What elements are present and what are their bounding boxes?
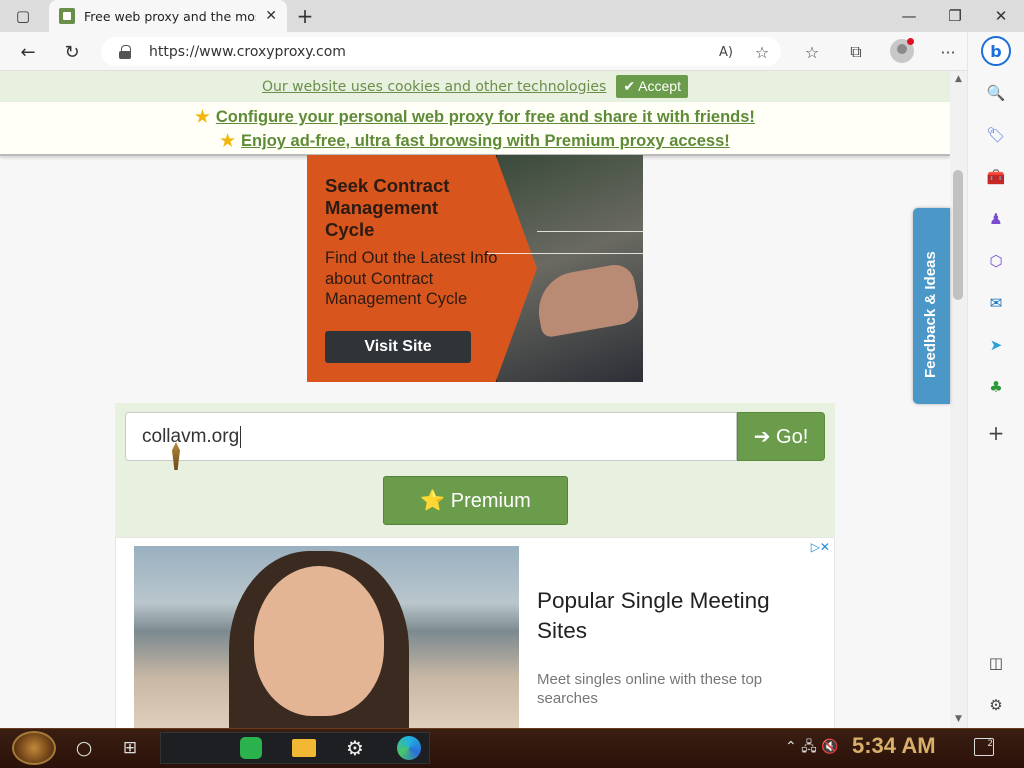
feedback-label[interactable]: Feedback & Ideas: [922, 208, 939, 378]
restore-icon[interactable]: ❐: [932, 0, 978, 32]
promo-banner: ★ Configure your personal web proxy for f…: [0, 102, 950, 156]
tab-actions-icon[interactable]: ▢: [0, 0, 46, 32]
screen: ▢ Free web proxy and the most ad ✕ + — ❐…: [0, 0, 1024, 768]
start-button[interactable]: [12, 731, 56, 765]
premium-access-link[interactable]: Enjoy ad-free, ultra fast browsing with …: [241, 132, 730, 150]
add-sidebar-app-icon[interactable]: +: [985, 421, 1007, 445]
send-icon[interactable]: ➤: [985, 334, 1007, 356]
taskbar-clock[interactable]: 5:34 AM: [852, 733, 936, 759]
promo-line-configure: ★ Configure your personal web proxy for f…: [0, 107, 950, 127]
close-window-icon[interactable]: ✕: [978, 0, 1024, 32]
edge-icon[interactable]: [397, 736, 421, 760]
minimize-icon[interactable]: —: [886, 0, 932, 32]
tab-bar: ▢ Free web proxy and the most ad ✕ + — ❐…: [0, 0, 1024, 32]
visit-site-button[interactable]: Visit Site: [325, 331, 471, 363]
site-favicon-icon: [59, 8, 75, 24]
refresh-icon[interactable]: ↻: [58, 40, 86, 64]
back-icon[interactable]: ←: [14, 40, 42, 64]
text-caret: [240, 425, 242, 448]
proxy-url-value[interactable]: collavm.org: [142, 426, 239, 448]
microsoft-365-icon[interactable]: ⬡: [985, 250, 1007, 272]
sidebar-toggle-icon[interactable]: ◫: [985, 652, 1007, 674]
tab-close-icon[interactable]: ✕: [265, 8, 277, 24]
scroll-down-icon[interactable]: ▼: [953, 714, 964, 724]
cookie-banner: Our website uses cookies and other techn…: [0, 71, 950, 102]
active-tab[interactable]: Free web proxy and the most ad ✕: [49, 0, 287, 32]
ad-photo-face: [254, 566, 384, 716]
dating-ad[interactable]: Popular Single Meeting Sites Meet single…: [115, 537, 835, 728]
contract-ad-banner[interactable]: Seek Contract Management Cycle Find Out …: [307, 155, 643, 382]
page-content: Our website uses cookies and other techn…: [0, 71, 950, 728]
ad-subtext: Find Out the Latest Info about Contract …: [325, 249, 498, 308]
proxy-form: collavm.org ➔ Go! ⭐ Premium: [115, 403, 835, 537]
adchoices-icon[interactable]: ▷✕: [811, 540, 830, 554]
scroll-up-icon[interactable]: ▲: [953, 74, 964, 84]
spotify-icon[interactable]: [240, 737, 262, 759]
profile-alert-dot: [907, 38, 914, 45]
collections-icon[interactable]: ⧉: [842, 40, 870, 64]
url-text[interactable]: https://www.croxyproxy.com: [149, 44, 346, 60]
ad-divider-line: [537, 231, 643, 232]
ad-subtitle: Meet singles online with these top searc…: [537, 671, 763, 707]
new-tab-icon[interactable]: +: [282, 0, 328, 32]
more-menu-icon[interactable]: ···: [934, 40, 962, 64]
tab-title: Free web proxy and the most ad: [84, 8, 256, 24]
go-button[interactable]: ➔ Go!: [737, 412, 825, 461]
star-icon: ★: [220, 132, 236, 150]
bing-copilot-icon[interactable]: b: [981, 36, 1011, 66]
settings-gear-icon[interactable]: ⚙: [346, 736, 368, 760]
ad-woman-photo[interactable]: [134, 546, 519, 728]
search-circle-icon[interactable]: ○: [72, 736, 96, 760]
search-icon[interactable]: 🔍: [985, 82, 1007, 104]
accept-cookies-button[interactable]: ✔ Accept: [616, 75, 688, 98]
shopping-tag-icon[interactable]: 🏷: [985, 124, 1007, 146]
url-field[interactable]: https://www.croxyproxy.com: [101, 37, 781, 66]
promo-line-premium: ★ Enjoy ad-free, ultra fast browsing with…: [0, 131, 950, 151]
notification-count: 2: [987, 739, 993, 749]
task-view-icon[interactable]: ⊞: [118, 736, 142, 760]
sidebar-settings-icon[interactable]: ⚙: [985, 694, 1007, 716]
configure-proxy-link[interactable]: Configure your personal web proxy for fr…: [216, 108, 755, 126]
ad-title[interactable]: Popular Single Meeting Sites: [537, 586, 807, 646]
system-tray[interactable]: ⌃ 🖧 🔇: [785, 736, 839, 760]
file-explorer-icon[interactable]: [292, 739, 316, 757]
premium-button[interactable]: ⭐ Premium: [383, 476, 568, 525]
tree-icon[interactable]: ♣: [985, 376, 1007, 398]
notifications-icon[interactable]: 2: [974, 738, 994, 756]
favorites-icon[interactable]: ☆: [798, 40, 826, 64]
proxy-url-input[interactable]: collavm.org: [125, 412, 737, 461]
ad-headline: Seek Contract Management Cycle: [325, 175, 450, 240]
read-aloud-icon[interactable]: A): [712, 40, 740, 64]
cookie-notice-link[interactable]: Our website uses cookies and other techn…: [262, 79, 606, 95]
scroll-thumb[interactable]: [953, 170, 963, 300]
star-icon: ★: [195, 108, 210, 126]
outlook-icon[interactable]: ✉: [985, 292, 1007, 314]
games-icon[interactable]: ♟: [985, 208, 1007, 230]
add-favorite-icon[interactable]: ☆: [748, 40, 776, 64]
lock-icon[interactable]: [119, 45, 131, 59]
tools-icon[interactable]: 🧰: [985, 166, 1007, 188]
